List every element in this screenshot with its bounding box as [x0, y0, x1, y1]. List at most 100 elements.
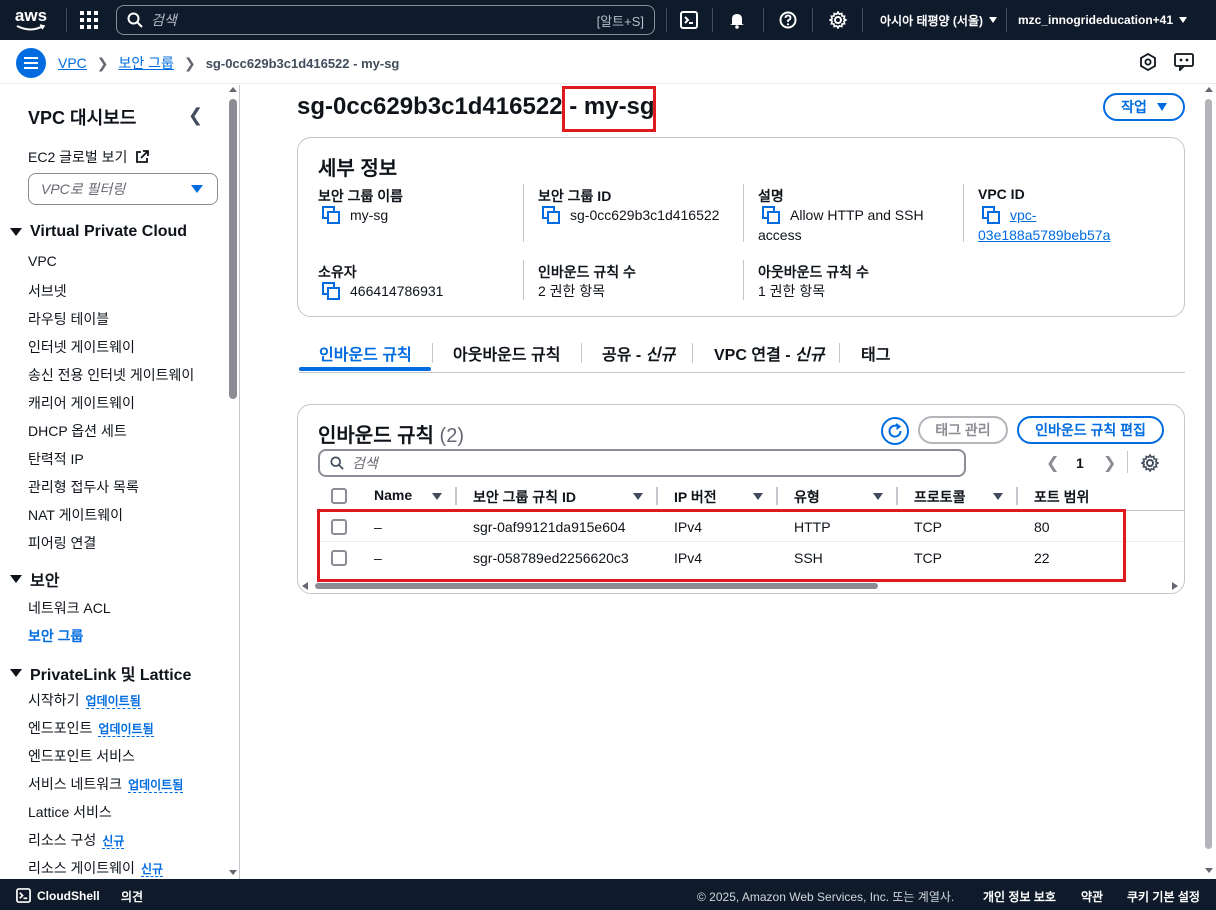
sidebar-item-service-networks[interactable]: 서비스 네트워크 업데이트됨	[28, 774, 184, 794]
sidebar-item-resource-gateways[interactable]: 리소스 게이트웨이 신규	[28, 858, 164, 878]
services-grid-icon[interactable]	[78, 0, 100, 40]
sort-icon[interactable]	[633, 493, 643, 500]
sidebar-item-nat-gateways[interactable]: NAT 게이트웨이	[28, 505, 123, 525]
sidebar-item-label: 엔드포인트 서비스	[28, 748, 135, 764]
tab-inbound-rules[interactable]: 인바운드 규칙	[319, 341, 412, 365]
settings-gear-icon[interactable]	[828, 0, 848, 40]
outbound-count-text: 1 권한 항목	[758, 283, 826, 299]
sidebar-item-subnets[interactable]: 서브넷	[28, 281, 67, 301]
sidebar-item-carrier-gateways[interactable]: 캐리어 게이트웨이	[28, 393, 135, 413]
sidebar-item-endpoint-services[interactable]: 엔드포인트 서비스	[28, 746, 135, 766]
sidebar-item-getting-started[interactable]: 시작하기 업데이트됨	[28, 690, 141, 710]
scroll-down-icon[interactable]	[229, 869, 237, 877]
tab-vpc-associations[interactable]: VPC 연결 - 신규	[714, 341, 824, 365]
tab-tags[interactable]: 태그	[861, 341, 890, 365]
feedback-link[interactable]: 의견	[121, 888, 143, 905]
breadcrumb-security-groups[interactable]: 보안 그룹	[119, 53, 174, 73]
pagination-prev-icon[interactable]: ❮	[1046, 453, 1059, 473]
sort-icon[interactable]	[432, 493, 442, 500]
sidebar-item-route-tables[interactable]: 라우팅 테이블	[28, 309, 109, 329]
sidebar-scrollbar[interactable]	[228, 85, 238, 879]
sidebar-section-security[interactable]: 보안	[10, 567, 59, 591]
pagination-current-page[interactable]: 1	[1076, 455, 1084, 471]
notifications-bell-icon[interactable]	[727, 0, 747, 40]
sidebar-section-privatelink[interactable]: PrivateLink 및 Lattice	[10, 661, 191, 685]
table-horizontal-scrollbar[interactable]	[299, 581, 1185, 591]
pagination-next-icon[interactable]: ❯	[1103, 453, 1116, 473]
sidebar-item-lattice-services[interactable]: Lattice 서비스	[28, 802, 112, 822]
vpc-id-value-cont: 03e188a5789beb57a	[978, 225, 1110, 245]
sidebar-close-icon[interactable]: ❮	[188, 105, 203, 126]
vpc-id-link[interactable]: vpc-	[1010, 205, 1036, 225]
scroll-up-icon[interactable]	[1205, 85, 1213, 93]
copy-icon[interactable]	[982, 206, 1000, 224]
column-header-rule-id[interactable]: 보안 그룹 규칙 ID	[473, 487, 576, 507]
horizontal-scrollbar-thumb[interactable]	[315, 583, 878, 589]
column-header-ip-version[interactable]: IP 버전	[674, 487, 717, 507]
scroll-left-icon[interactable]	[301, 582, 309, 590]
main-scrollbar[interactable]	[1203, 85, 1215, 879]
help-icon[interactable]	[778, 0, 798, 40]
sort-icon[interactable]	[753, 493, 763, 500]
notifications-panel-icon[interactable]	[1137, 51, 1159, 73]
column-resizer[interactable]	[896, 487, 898, 505]
aws-logo[interactable]: aws	[0, 0, 62, 40]
scroll-right-icon[interactable]	[1171, 582, 1179, 590]
refresh-button[interactable]	[881, 417, 909, 445]
rules-search-input[interactable]: 검색	[318, 449, 966, 477]
sidebar-item-network-acls[interactable]: 네트워크 ACL	[28, 598, 111, 618]
side-menu-toggle[interactable]	[16, 48, 46, 78]
actions-button[interactable]: 작업	[1103, 93, 1185, 121]
sidebar-section-vpc[interactable]: Virtual Private Cloud	[10, 223, 187, 241]
sidebar-filter-select[interactable]: VPC로 필터링	[28, 173, 218, 205]
sort-icon[interactable]	[993, 493, 1003, 500]
sidebar-item-label: EC2 글로벌 보기	[28, 149, 128, 165]
sidebar-item-security-groups[interactable]: 보안 그룹	[28, 626, 83, 646]
region-selector[interactable]: 아시아 태평양 (서울)	[880, 0, 997, 40]
sidebar-item-internet-gateways[interactable]: 인터넷 게이트웨이	[28, 337, 135, 357]
feedback-panel-icon[interactable]	[1173, 51, 1195, 73]
sidebar-item-egress-only-gateways[interactable]: 송신 전용 인터넷 게이트웨이	[28, 365, 194, 385]
sidebar-item-elastic-ips[interactable]: 탄력적 IP	[28, 449, 84, 469]
sidebar-item-ec2-global[interactable]: EC2 글로벌 보기	[28, 147, 150, 167]
terms-link[interactable]: 약관	[1081, 888, 1103, 905]
sidebar-scrollbar-thumb[interactable]	[229, 99, 237, 399]
sidebar-item-endpoints[interactable]: 엔드포인트 업데이트됨	[28, 718, 154, 738]
cloudshell-icon[interactable]	[679, 0, 699, 40]
copy-icon[interactable]	[322, 282, 340, 300]
copy-icon[interactable]	[542, 206, 560, 224]
scroll-down-icon[interactable]	[1205, 867, 1213, 875]
tab-sharing[interactable]: 공유 - 신규	[602, 341, 675, 365]
column-header-name[interactable]: Name	[374, 487, 412, 503]
select-all-checkbox[interactable]	[331, 488, 347, 504]
tab-outbound-rules[interactable]: 아웃바운드 규칙	[453, 341, 561, 365]
manage-tags-button[interactable]: 태그 관리	[918, 416, 1008, 444]
edit-inbound-rules-button[interactable]: 인바운드 규칙 편집	[1017, 416, 1164, 444]
sidebar-item-peering[interactable]: 피어링 연결	[28, 533, 96, 553]
copy-icon[interactable]	[322, 206, 340, 224]
cookie-preferences-link[interactable]: 쿠키 기본 설정	[1127, 888, 1200, 905]
column-resizer[interactable]	[1016, 487, 1018, 505]
global-search-input[interactable]: 검색 [알트+S]	[116, 5, 655, 35]
highlight-box-rules	[317, 509, 1126, 582]
column-resizer[interactable]	[455, 487, 457, 505]
column-header-port-range[interactable]: 포트 범위	[1034, 487, 1089, 507]
sidebar-item-dhcp-options[interactable]: DHCP 옵션 세트	[28, 421, 127, 441]
column-header-protocol[interactable]: 프로토콜	[914, 487, 966, 507]
main-scrollbar-thumb[interactable]	[1205, 99, 1212, 849]
sidebar-item-vpc[interactable]: VPC	[28, 253, 57, 269]
table-settings-gear-icon[interactable]	[1140, 453, 1160, 475]
copy-icon[interactable]	[762, 206, 780, 224]
cloudshell-button[interactable]: CloudShell	[16, 888, 100, 903]
column-resizer[interactable]	[776, 487, 778, 505]
sidebar-item-prefix-lists[interactable]: 관리형 접두사 목록	[28, 477, 139, 497]
column-resizer[interactable]	[656, 487, 658, 505]
vpc-id-link[interactable]: 03e188a5789beb57a	[978, 225, 1110, 245]
sort-icon[interactable]	[873, 493, 883, 500]
sidebar-item-resource-configs[interactable]: 리소스 구성 신규	[28, 830, 125, 850]
privacy-link[interactable]: 개인 정보 보호	[983, 888, 1056, 905]
scroll-up-icon[interactable]	[229, 85, 237, 93]
breadcrumb-vpc[interactable]: VPC	[58, 55, 87, 71]
column-header-type[interactable]: 유형	[794, 487, 820, 507]
account-menu[interactable]: mzc_innogrideducation+41	[1018, 0, 1188, 40]
